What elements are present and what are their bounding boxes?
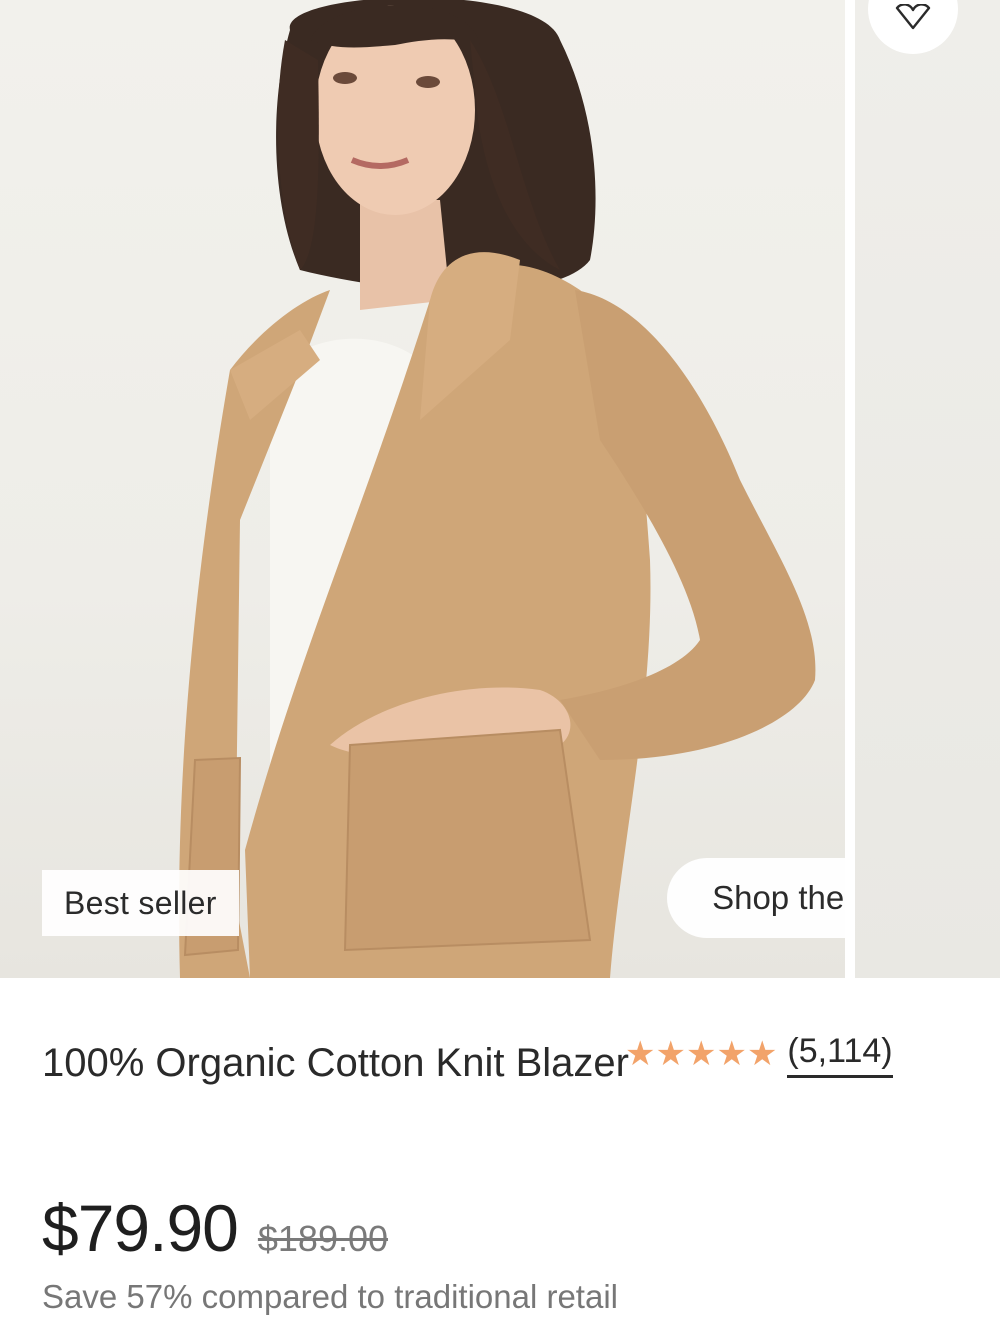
title-row: 100% Organic Cotton Knit Blazer ★ ★ ★ ★ …: [42, 1020, 958, 1160]
heart-outline-icon: [895, 4, 931, 30]
product-image-carousel[interactable]: Best seller Shop the look: [0, 0, 1000, 978]
product-photo-main[interactable]: Best seller Shop the look: [0, 0, 845, 978]
star-icon: ★: [716, 1035, 747, 1073]
price-row: $79.90 $189.00: [42, 1190, 388, 1266]
rating-summary[interactable]: ★ ★ ★ ★ ★ (5,114): [625, 1028, 893, 1080]
rating-stars: ★ ★ ★ ★ ★: [625, 1037, 777, 1071]
original-price: $189.00: [257, 1218, 389, 1259]
product-photo-next[interactable]: [855, 0, 1000, 978]
shop-the-look-button[interactable]: Shop the look: [667, 858, 845, 938]
carousel-divider: [845, 0, 855, 978]
sale-price: $79.90: [42, 1191, 239, 1265]
star-icon: ★: [746, 1035, 778, 1073]
star-icon: ★: [655, 1035, 686, 1073]
star-icon: ★: [625, 1035, 656, 1073]
product-title: 100% Organic Cotton Knit Blazer: [42, 1041, 629, 1085]
model-illustration: [179, 0, 816, 978]
savings-note: Save 57% compared to traditional retail: [42, 1278, 618, 1315]
best-seller-badge: Best seller: [42, 870, 239, 936]
product-info: 100% Organic Cotton Knit Blazer ★ ★ ★ ★ …: [42, 1020, 958, 1315]
review-count-link[interactable]: (5,114): [787, 1031, 893, 1078]
star-icon: ★: [685, 1035, 717, 1073]
